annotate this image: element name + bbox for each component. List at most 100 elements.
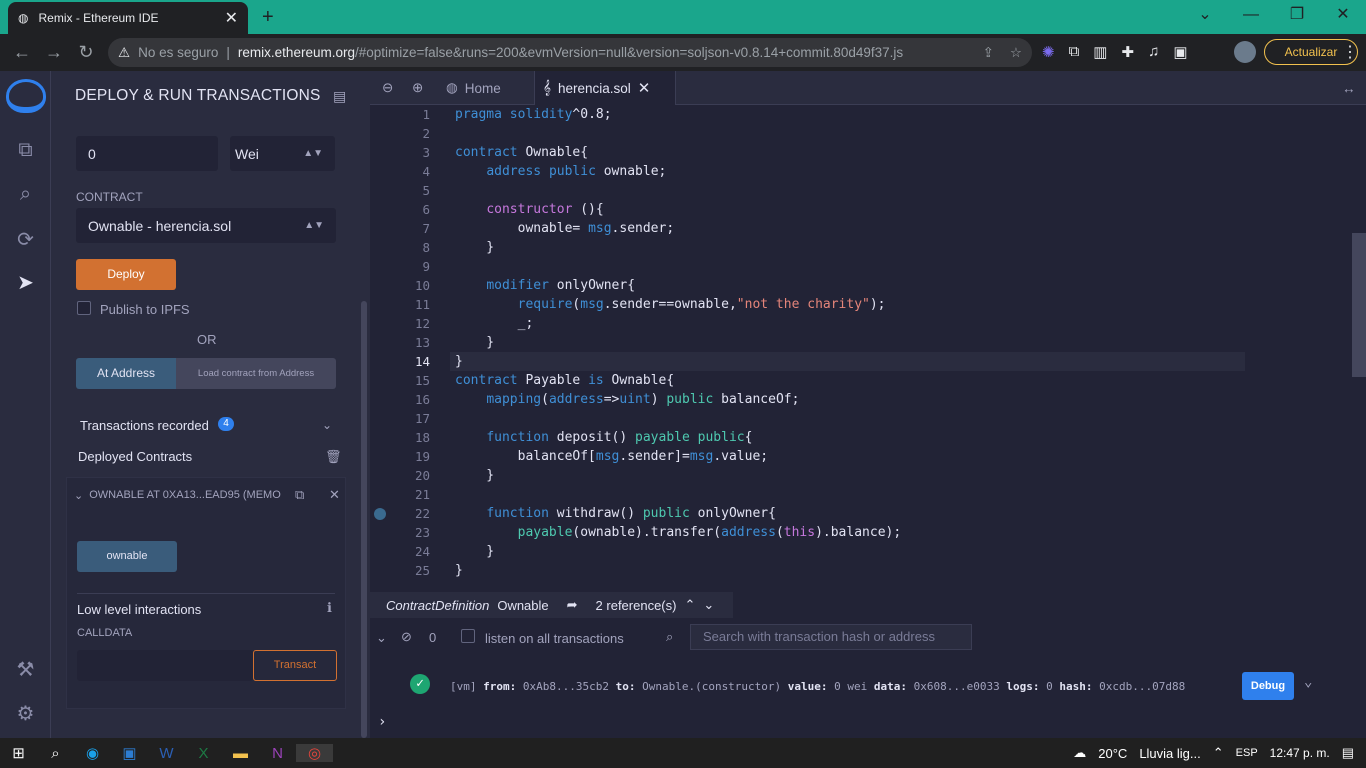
terminal-prompt[interactable]: › xyxy=(378,714,386,730)
unit-select[interactable]: Wei ▲▼ xyxy=(230,136,335,171)
contract-select[interactable]: Ownable - herencia.sol ▲▼ xyxy=(76,208,336,243)
ownable-button[interactable]: ownable xyxy=(77,541,177,572)
notifications-icon[interactable]: ▤ xyxy=(1342,745,1354,761)
line-number[interactable]: 4 xyxy=(370,164,430,179)
remix-logo-icon[interactable] xyxy=(6,79,46,113)
deploy-run-icon[interactable]: ➤ xyxy=(0,270,51,295)
language[interactable]: ESP xyxy=(1236,747,1258,759)
line-number[interactable]: 21 xyxy=(370,487,430,502)
reload-icon[interactable]: ↻ xyxy=(70,42,102,63)
value-input[interactable]: 0 xyxy=(76,136,218,171)
minimap[interactable] xyxy=(1245,105,1352,592)
line-number[interactable]: 22 xyxy=(370,506,430,521)
side-panel-scrollbar[interactable] xyxy=(361,301,367,738)
line-number[interactable]: 9 xyxy=(370,259,430,274)
expand-icon[interactable]: ↔ xyxy=(1342,71,1356,105)
calldata-input[interactable] xyxy=(77,650,253,681)
forward-icon[interactable]: → xyxy=(38,42,70,63)
new-tab-button[interactable]: + xyxy=(262,6,274,29)
listen-checkbox[interactable] xyxy=(461,629,475,643)
load-address-input[interactable]: Load contract from Address xyxy=(176,358,336,389)
deploy-button[interactable]: Deploy xyxy=(76,259,176,290)
chevron-down-icon[interactable]: ⌄ xyxy=(322,418,332,432)
tab-home[interactable]: ◍ Home xyxy=(446,71,501,105)
plugin-manager-icon[interactable]: ⚒ xyxy=(0,657,51,682)
warning-icon[interactable]: ⚠ xyxy=(118,45,130,61)
folder-icon[interactable]: ▬ xyxy=(222,745,259,762)
close-window-button[interactable]: ✕ xyxy=(1320,0,1366,30)
clock[interactable]: 12:47 p. m. xyxy=(1270,746,1330,760)
clear-icon[interactable]: ⊘ xyxy=(401,629,412,645)
chevron-down-icon[interactable]: ⌄ xyxy=(74,489,83,502)
line-number[interactable]: 12 xyxy=(370,316,430,331)
restore-button[interactable]: ❐ xyxy=(1274,0,1320,30)
line-number[interactable]: 11 xyxy=(370,297,430,312)
tab-herencia[interactable]: 𝄞 herencia.sol ✕ xyxy=(534,71,676,105)
edge-icon[interactable]: ◉ xyxy=(74,744,111,762)
tx-log-line[interactable]: [vm] from: 0xAb8...35cb2 to: Ownable.(co… xyxy=(450,680,1185,693)
transact-button[interactable]: Transact xyxy=(253,650,337,681)
sidepanel-icon[interactable]: ▣ xyxy=(1173,43,1187,61)
extension-icon[interactable]: ⧉ xyxy=(1069,43,1080,61)
bookmark-star-icon[interactable]: ☆ xyxy=(1010,45,1022,61)
line-number[interactable]: 2 xyxy=(370,126,430,141)
windows-start-icon[interactable]: ⊞ xyxy=(0,744,37,762)
line-number[interactable]: 1 xyxy=(370,107,430,122)
trash-icon[interactable]: 🗑 xyxy=(325,449,342,465)
chevron-down-icon[interactable]: ⌄ xyxy=(703,597,714,613)
outlook-icon[interactable]: ▣ xyxy=(111,744,148,762)
address-bar[interactable]: ⚠ No es seguro | remix.ethereum.org/#opt… xyxy=(108,38,1032,67)
browser-tab[interactable]: ◍ Remix - Ethereum IDE ✕ xyxy=(8,2,248,34)
chevron-up-icon[interactable]: ⌃ xyxy=(684,597,695,613)
close-tab-icon[interactable]: ✕ xyxy=(638,79,651,97)
debug-button[interactable]: Debug xyxy=(1242,672,1294,700)
line-number[interactable]: 10 xyxy=(370,278,430,293)
line-number[interactable]: 18 xyxy=(370,430,430,445)
onenote-icon[interactable]: N xyxy=(259,745,296,762)
puzzle-icon[interactable]: ✚ xyxy=(1121,43,1134,61)
line-number[interactable]: 7 xyxy=(370,221,430,236)
line-number[interactable]: 8 xyxy=(370,240,430,255)
line-number[interactable]: 15 xyxy=(370,373,430,388)
line-number[interactable]: 5 xyxy=(370,183,430,198)
line-number[interactable]: 3 xyxy=(370,145,430,160)
temperature[interactable]: 20°C xyxy=(1098,746,1127,761)
zoom-in-icon[interactable]: ⊕ xyxy=(412,71,423,105)
line-number[interactable]: 6 xyxy=(370,202,430,217)
code-editor[interactable]: 1 2 3 4 5 6 7 8 9 10 11 12 13 14 15 16 17 18 19 20 21 22 23 24 2… xyxy=(370,105,1245,592)
word-icon[interactable]: W xyxy=(148,745,185,762)
terminal-search-input[interactable]: Search with transaction hash or address xyxy=(690,624,972,650)
minimize-button[interactable]: — xyxy=(1228,0,1274,30)
search-icon[interactable]: ⌕ xyxy=(37,745,74,762)
weather-text[interactable]: Lluvia lig... xyxy=(1139,746,1200,761)
compiler-icon[interactable]: ⟳ xyxy=(0,227,51,252)
share-icon[interactable]: ⇪ xyxy=(983,45,994,61)
file-explorer-icon[interactable]: ⧉ xyxy=(0,139,51,162)
extension-icon[interactable]: ▥ xyxy=(1093,43,1107,61)
chevron-down-icon[interactable]: ⌄ xyxy=(1304,674,1312,690)
line-number[interactable]: 14 xyxy=(370,354,430,369)
copy-icon[interactable]: ⧉ xyxy=(295,487,304,503)
line-number[interactable]: 13 xyxy=(370,335,430,350)
at-address-button[interactable]: At Address xyxy=(76,358,176,389)
line-number[interactable]: 19 xyxy=(370,449,430,464)
line-number[interactable]: 16 xyxy=(370,392,430,407)
back-icon[interactable]: ← xyxy=(6,42,38,63)
settings-gear-icon[interactable]: ⚙ xyxy=(0,701,51,726)
search-icon[interactable]: ⌕ xyxy=(0,183,51,206)
docs-icon[interactable]: ▤ xyxy=(333,88,346,105)
tab-search-icon[interactable]: ⌄ xyxy=(1182,0,1228,30)
collapse-terminal-icon[interactable]: ⌄ xyxy=(376,630,387,646)
info-icon[interactable]: ℹ xyxy=(327,600,332,616)
close-icon[interactable]: ✕ xyxy=(329,487,340,503)
publish-ipfs-checkbox[interactable] xyxy=(77,301,91,315)
goto-definition-icon[interactable]: ➦ xyxy=(567,597,578,613)
extension-icon[interactable]: ✺ xyxy=(1042,43,1055,61)
line-number[interactable]: 23 xyxy=(370,525,430,540)
editor-scrollbar[interactable] xyxy=(1352,233,1366,377)
tx-recorded-label[interactable]: Transactions recorded xyxy=(80,418,209,433)
line-number[interactable]: 24 xyxy=(370,544,430,559)
profile-avatar[interactable] xyxy=(1234,41,1256,63)
excel-icon[interactable]: X xyxy=(185,745,222,762)
tab-close-icon[interactable]: ✕ xyxy=(225,8,238,28)
